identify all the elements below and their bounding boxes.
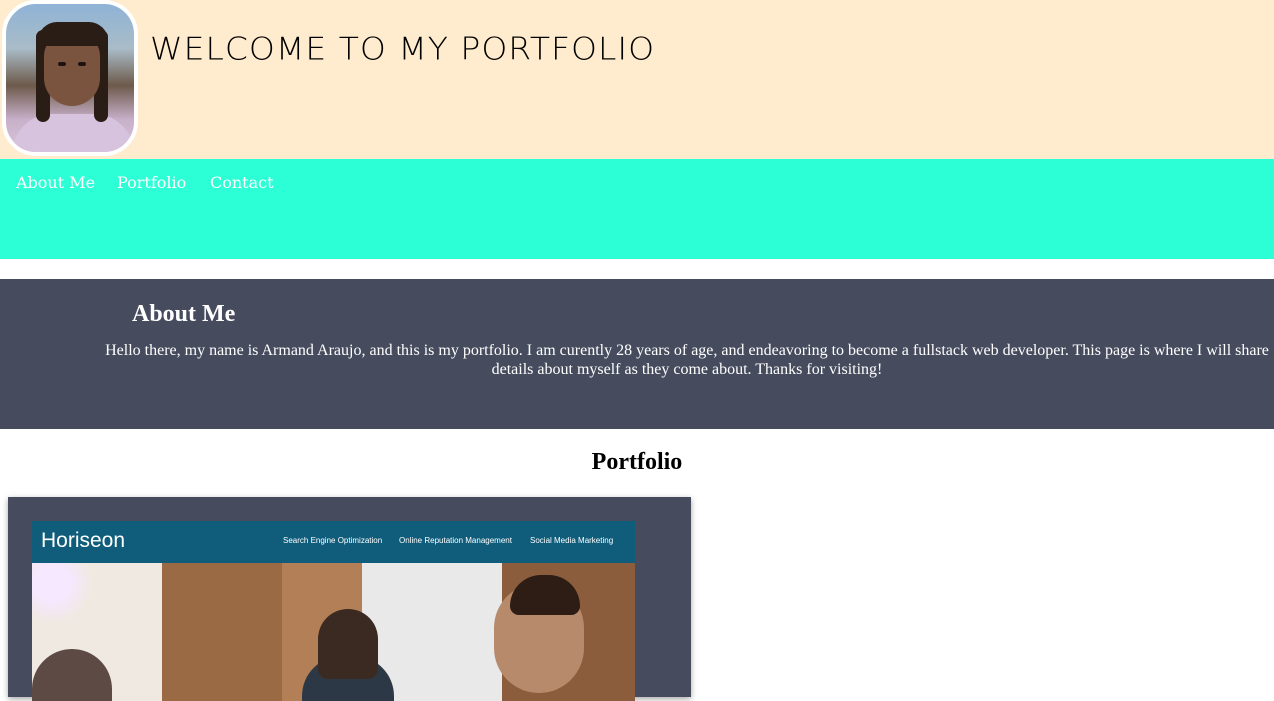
project-screenshot[interactable]: Horiseon Search Engine Optimization Onli… bbox=[32, 521, 635, 701]
screenshot-nav-link: Online Reputation Management bbox=[399, 536, 512, 545]
site-header: WELCOME TO MY PORTFOLIO bbox=[0, 0, 1274, 159]
avatar bbox=[2, 0, 138, 156]
project-card[interactable]: Horiseon Search Engine Optimization Onli… bbox=[8, 497, 691, 701]
portfolio-heading-text: Portfolio bbox=[591, 449, 683, 475]
avatar-eye-left bbox=[58, 62, 66, 66]
about-text: Hello there, my name is Armand Araujo, a… bbox=[105, 342, 1269, 378]
portfolio-heading: Portfolio bbox=[0, 449, 1274, 476]
screenshot-brand: Horiseon bbox=[41, 529, 126, 552]
page-title: WELCOME TO MY PORTFOLIO bbox=[150, 30, 656, 68]
nav-link-about-me[interactable]: About Me bbox=[16, 173, 95, 192]
screenshot-person bbox=[318, 609, 378, 679]
about-section: About Me Hello there, my name is Armand … bbox=[0, 279, 1274, 429]
avatar-eye-right bbox=[78, 62, 86, 66]
main-nav: About Me Portfolio Contact bbox=[0, 159, 1274, 259]
avatar-hair-top bbox=[38, 22, 108, 46]
avatar-shirt bbox=[12, 114, 134, 152]
nav-link-portfolio[interactable]: Portfolio bbox=[117, 173, 186, 192]
about-heading: About Me bbox=[132, 301, 236, 327]
screenshot-nav-link: Social Media Marketing bbox=[530, 536, 614, 545]
screenshot-nav-link: Search Engine Optimization bbox=[283, 536, 383, 545]
nav-link-contact[interactable]: Contact bbox=[210, 173, 274, 192]
